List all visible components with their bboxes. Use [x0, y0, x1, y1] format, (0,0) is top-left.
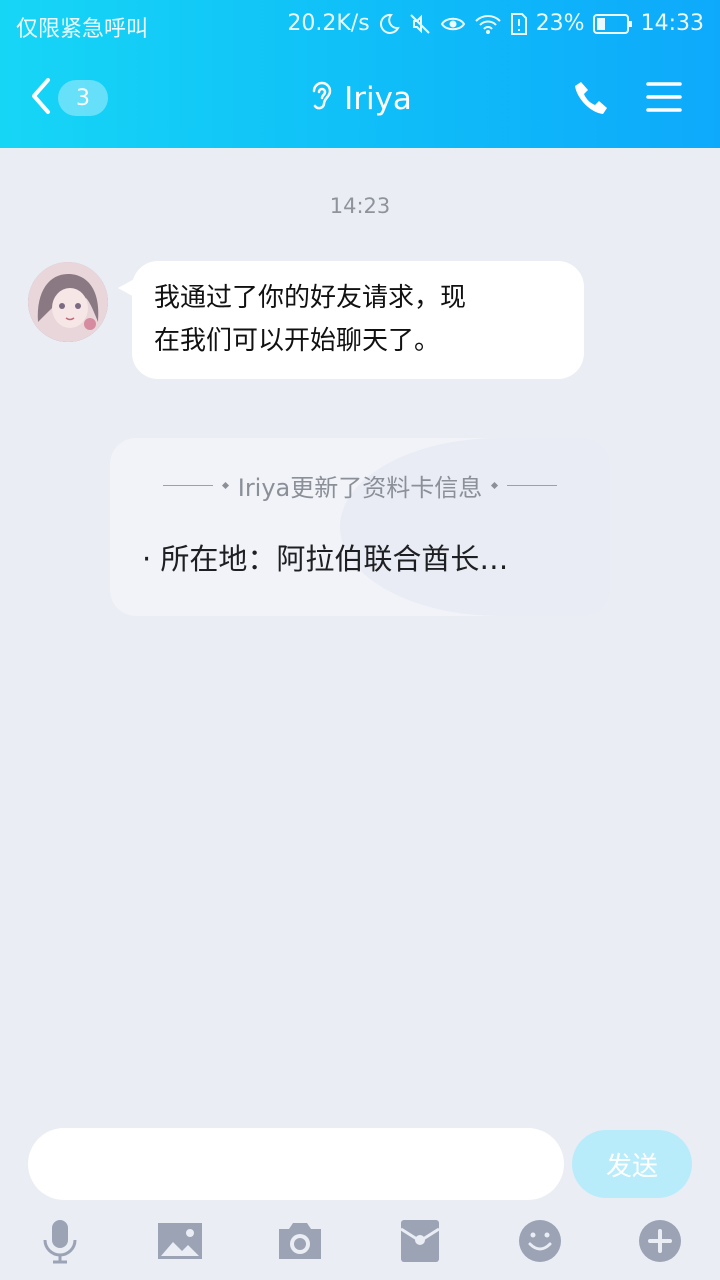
battery-icon: [592, 13, 633, 35]
clock: 14:33: [640, 11, 704, 36]
status-bar: 仅限紧急呼叫 20.2K/s 23% 14:33: [0, 0, 720, 50]
diamond-icon: [221, 481, 229, 490]
profile-update-card[interactable]: Iriya更新了资料卡信息 · 所在地：阿拉伯联合酋长…: [110, 438, 610, 616]
card-title: Iriya更新了资料卡信息: [237, 474, 483, 502]
moon-icon: [378, 13, 400, 35]
title-bar: 仅限紧急呼叫 20.2K/s 23% 14:33 3 Iriya: [0, 0, 720, 148]
hamburger-icon: [646, 82, 682, 118]
chat-title[interactable]: Iriya: [0, 78, 720, 120]
message-text-line1: 我通过了你的好友请求，现: [154, 283, 467, 313]
message-text-line2: 在我们可以开始聊天了。: [154, 326, 441, 356]
emoji-icon[interactable]: [517, 1218, 563, 1264]
carrier-label: 仅限紧急呼叫: [16, 17, 149, 42]
image-icon[interactable]: [157, 1218, 203, 1264]
avatar-portrait: [28, 262, 108, 342]
red-packet-icon[interactable]: [397, 1218, 443, 1264]
message-input[interactable]: [28, 1128, 564, 1200]
mute-icon: [408, 12, 432, 36]
wifi-icon: [474, 13, 502, 35]
battery-percent: 23%: [535, 11, 585, 36]
plus-icon[interactable]: [637, 1218, 683, 1264]
card-location: · 所在地：阿拉伯联合酋长…: [142, 542, 509, 576]
card-shade: [340, 438, 610, 616]
sim-alert-icon: [510, 12, 528, 36]
phone-icon: [572, 82, 612, 122]
input-toolbar: [0, 1212, 720, 1272]
menu-button[interactable]: [646, 80, 682, 114]
mic-icon[interactable]: [37, 1218, 83, 1264]
divider-right: [507, 485, 558, 486]
message-bubble[interactable]: 我通过了你的好友请求，现 在我们可以开始聊天了。: [132, 261, 584, 379]
eye-icon: [440, 13, 466, 35]
nav-bar: 3 Iriya: [0, 50, 720, 148]
phone-call-button[interactable]: [572, 78, 612, 118]
card-header: Iriya更新了资料卡信息: [110, 468, 610, 503]
diamond-icon: [491, 481, 499, 490]
divider-left: [162, 485, 213, 486]
network-speed: 20.2K/s: [287, 11, 370, 36]
send-button[interactable]: 发送: [572, 1130, 692, 1198]
ear-icon: [308, 78, 334, 120]
avatar[interactable]: [28, 262, 108, 342]
camera-icon[interactable]: [277, 1218, 323, 1264]
message-timestamp: 14:23: [329, 194, 391, 218]
contact-name: Iriya: [344, 81, 412, 117]
